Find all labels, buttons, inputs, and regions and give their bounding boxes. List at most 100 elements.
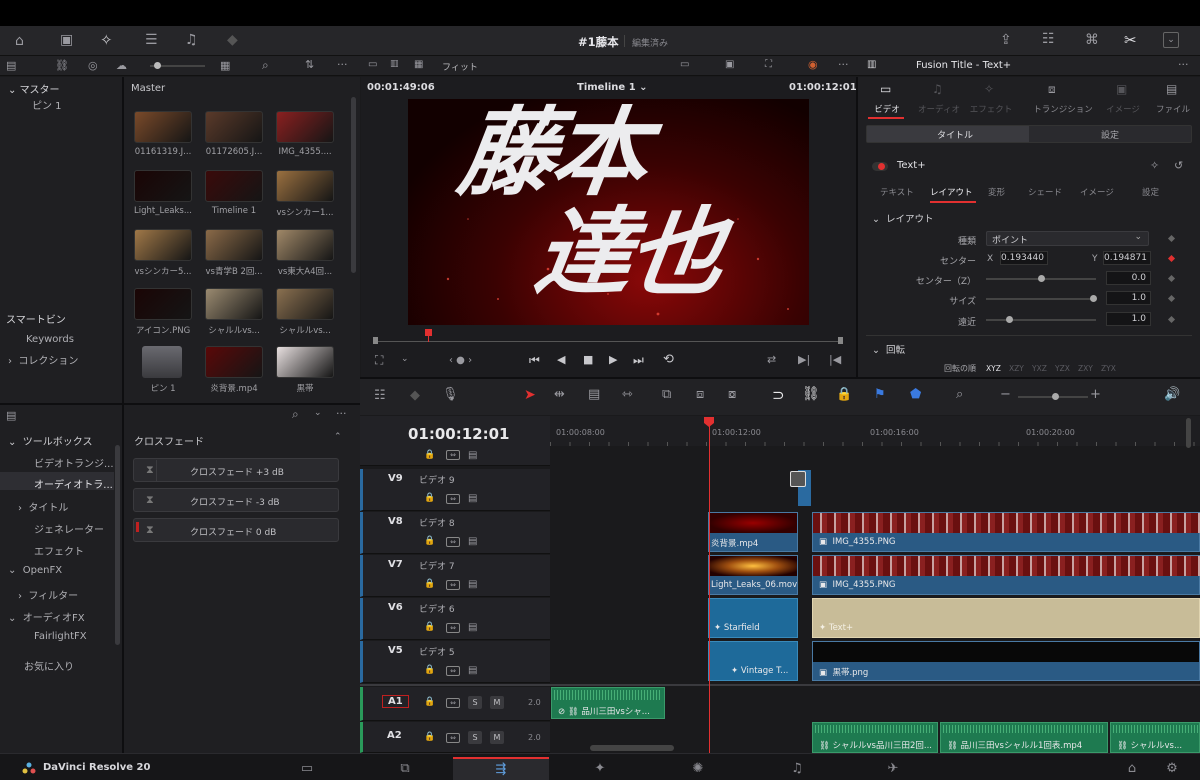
viewer-frame[interactable]: 藤本 達也 <box>408 99 809 325</box>
lock-icon[interactable]: 🔒 <box>424 665 435 675</box>
settings-icon[interactable]: ⚙ <box>1152 757 1192 780</box>
layout-section-header[interactable]: ⌄ レイアウト <box>872 211 934 225</box>
inspector-tab-2[interactable]: エフェクト <box>962 103 1020 115</box>
snap-view-icon[interactable]: ◆ <box>410 388 420 403</box>
timeline-name-dropdown[interactable]: Timeline 1 ⌄ <box>577 82 648 93</box>
a2-clip-1[interactable]: ⛓ シャルルvs品川三田2回... <box>812 722 938 753</box>
center-y-input[interactable]: 0.194871 <box>1103 251 1151 265</box>
v5-clip-kuroobi[interactable]: ▣ 黒帯.png <box>812 641 1200 681</box>
tag-icon[interactable]: ◎ <box>88 59 98 72</box>
size-slider[interactable] <box>986 295 1097 302</box>
timeline-zoom-slider[interactable] <box>1018 393 1088 400</box>
metadata-icon[interactable]: ⌘ <box>1085 32 1099 48</box>
zoom-in-icon[interactable]: + <box>1090 387 1101 402</box>
panel-toggle-icon[interactable]: ▤ <box>6 409 16 422</box>
prev-edit-icon[interactable]: |◀ <box>829 353 841 366</box>
generators-item[interactable]: ジェネレーター <box>34 521 104 536</box>
lock-icon[interactable]: 🔒 <box>424 732 435 742</box>
media-clip-thumbnail[interactable] <box>276 229 334 261</box>
sync-icon[interactable]: ◆ <box>227 32 238 48</box>
transform-icon[interactable]: ⛶ <box>765 59 772 70</box>
v5-clip-vintage[interactable]: ✦ Vintage T... <box>708 641 798 681</box>
inspector-tab-3[interactable]: トランジション <box>1026 103 1100 115</box>
perspective-input[interactable]: 1.0 <box>1106 312 1151 326</box>
viewer-layout-icon[interactable]: ▦ <box>414 59 423 70</box>
crossfade-plus3[interactable]: ⧗ クロスフェード +3 dB <box>133 458 339 482</box>
volume-icon[interactable]: 🔊 <box>1164 387 1180 402</box>
media-clip-thumbnail[interactable] <box>276 288 334 320</box>
auto-select-icon[interactable]: ⇔ <box>446 580 460 590</box>
voiceover-icon[interactable]: 🎙 <box>442 387 459 402</box>
position-lock-icon[interactable]: 🔒 <box>836 387 852 402</box>
link-icon[interactable]: ⛓ <box>55 59 69 72</box>
viewer-mode-icon[interactable]: ▭ <box>368 59 377 70</box>
jog-control[interactable]: ‹ ● › <box>449 355 472 366</box>
edit-page-icon[interactable]: ⇶ <box>453 757 549 780</box>
stop-icon[interactable]: ■ <box>583 353 593 366</box>
crossfade-minus3[interactable]: ⧗ クロスフェード -3 dB <box>133 488 339 512</box>
rotation-order-option[interactable]: XYZ <box>986 364 1001 373</box>
timeline-v-scrollbar[interactable] <box>1186 418 1191 448</box>
timeline-view-icon[interactable]: ☷ <box>374 388 386 403</box>
replace-clip-icon[interactable]: ⧇ <box>728 387 736 402</box>
lock-icon[interactable]: 🔒 <box>424 697 435 707</box>
dynamic-trim-icon[interactable]: ▤ <box>588 387 600 402</box>
center-x-input[interactable]: 0.193440 <box>1000 251 1048 265</box>
inspector-icon[interactable]: ✂ <box>1124 31 1137 49</box>
chevron-down-icon[interactable]: ⌄ <box>401 354 409 364</box>
track-enable-icon[interactable]: ▤ <box>468 493 477 504</box>
toolbox-item[interactable]: ⌄ ツールボックス <box>8 433 92 448</box>
rotation-order-option[interactable]: XZY <box>1009 364 1024 373</box>
fit-dropdown[interactable]: フィット <box>442 60 478 73</box>
rotation-order-option[interactable]: ZYX <box>1101 364 1116 373</box>
perspective-slider[interactable] <box>986 316 1096 323</box>
media-clip-thumbnail[interactable] <box>134 170 192 202</box>
v9-transition-thumb[interactable] <box>790 471 806 487</box>
scrubber-track[interactable] <box>375 341 843 342</box>
magic-icon[interactable]: ✧ <box>1150 159 1159 172</box>
chevron-up-icon[interactable]: ⌃ <box>334 432 342 442</box>
effects-icon[interactable]: ✧ <box>100 31 113 49</box>
track-enable-icon[interactable]: ▤ <box>468 665 477 676</box>
trim-tool-icon[interactable]: ⇹ <box>554 387 565 402</box>
keyframe-icon[interactable] <box>1167 294 1176 303</box>
media-clip-thumbnail[interactable] <box>134 229 192 261</box>
node-tab-3[interactable]: シェード <box>1028 186 1062 198</box>
size-input[interactable]: 1.0 <box>1106 291 1151 305</box>
lock-icon[interactable]: 🔒 <box>424 536 435 546</box>
edit-index-icon[interactable]: ☰ <box>145 32 158 48</box>
panel-toggle-icon[interactable]: ▤ <box>6 59 16 72</box>
scrubber-playhead[interactable] <box>425 329 432 336</box>
cut-page-icon[interactable]: ⧉ <box>350 757 460 780</box>
color-page-icon[interactable]: ✺ <box>643 757 753 780</box>
bin-master[interactable]: ⌄ マスター <box>8 81 60 96</box>
match-frame-icon[interactable]: ⇄ <box>767 353 776 366</box>
auto-select-icon[interactable]: ⇔ <box>446 450 460 460</box>
color-icon[interactable]: ◉ <box>808 58 818 71</box>
safe-area-icon[interactable]: ▭ <box>680 59 689 70</box>
v8-clip-img[interactable]: ▣ IMG_4355.PNG <box>812 512 1200 552</box>
transform-overlay-icon[interactable]: ⛶ <box>375 353 383 368</box>
more-icon[interactable]: ··· <box>1178 58 1189 71</box>
media-clip-thumbnail[interactable] <box>134 288 192 320</box>
favorites-item[interactable]: お気に入り <box>24 658 74 673</box>
playhead-line[interactable] <box>709 426 710 753</box>
track-enable-icon[interactable]: ▤ <box>468 536 477 547</box>
auto-select-icon[interactable]: ⇔ <box>446 698 460 708</box>
sort-icon[interactable]: ⇅ <box>305 58 314 71</box>
overwrite-clip-icon[interactable]: ⧈ <box>696 387 704 402</box>
expand-icon[interactable]: ⌄ <box>1163 32 1179 48</box>
cloud-icon[interactable]: ☁ <box>116 59 127 72</box>
zoom-out-icon[interactable]: − <box>1000 387 1011 402</box>
thumbnail-icon[interactable]: ▣ <box>60 32 73 48</box>
grid-view-icon[interactable]: ▦ <box>220 59 230 72</box>
openfx-item[interactable]: ⌄ OpenFX <box>8 565 62 576</box>
home-icon[interactable]: ⌂ <box>1112 757 1152 780</box>
search-icon[interactable]: ⌕ <box>292 407 299 422</box>
mixer-icon[interactable]: ☷ <box>1042 31 1055 47</box>
scrollbar[interactable] <box>351 97 356 273</box>
inspector-tab-1[interactable]: オーディオ <box>910 103 968 115</box>
media-clip-thumbnail[interactable] <box>276 111 334 143</box>
rotation-order-option[interactable]: YXZ <box>1032 364 1047 373</box>
auto-select-icon[interactable]: ⇔ <box>446 666 460 676</box>
